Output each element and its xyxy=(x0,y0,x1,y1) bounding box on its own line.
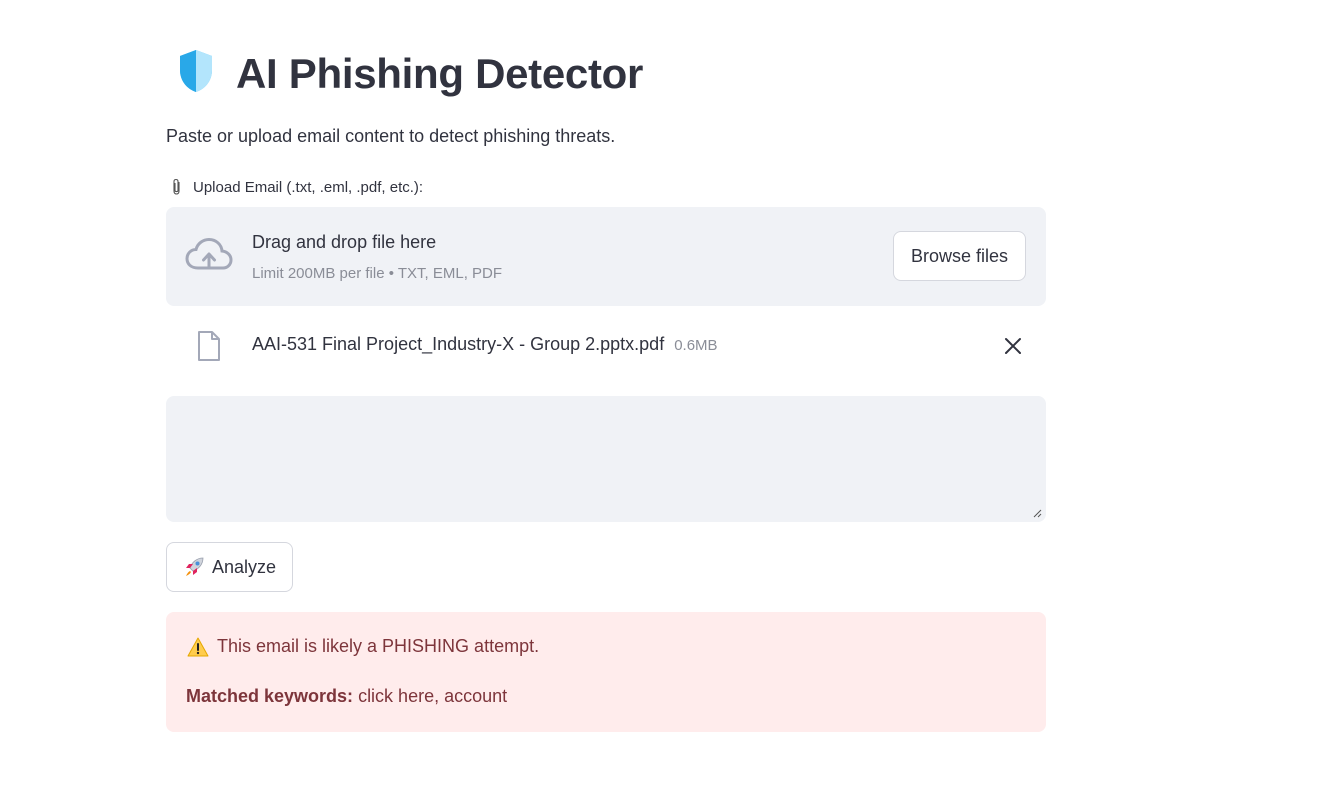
shield-icon xyxy=(180,50,212,92)
file-dropzone[interactable]: Drag and drop file here Limit 200MB per … xyxy=(166,207,1046,306)
remove-file-button[interactable] xyxy=(1002,335,1024,357)
dropzone-title: Drag and drop file here xyxy=(252,232,437,252)
title-row xyxy=(176,48,216,94)
page-subtitle: Paste or upload email content to detect … xyxy=(166,126,616,146)
alert-message: This email is likely a PHISHING attempt. xyxy=(217,636,540,656)
upload-label-text: Upload Email (.txt, .eml, .pdf, etc.): xyxy=(193,178,424,196)
matched-keywords: Matched keywords: click here, account xyxy=(186,686,507,707)
upload-label: Upload Email (.txt, .eml, .pdf, etc.): xyxy=(170,178,423,196)
file-name-text: AAI-531 Final Project_Industry-X - Group… xyxy=(252,334,665,354)
resize-handle-icon[interactable] xyxy=(1032,508,1042,518)
file-icon xyxy=(198,331,220,361)
file-size: 0.6MB xyxy=(674,337,718,354)
uploaded-file-name: AAI-531 Final Project_Industry-X - Group… xyxy=(252,334,718,355)
phishing-alert: This email is likely a PHISHING attempt.… xyxy=(166,612,1046,732)
browse-files-button[interactable]: Browse files xyxy=(893,231,1026,281)
paperclip-icon xyxy=(173,178,180,195)
analyze-label: Analyze xyxy=(211,556,277,577)
rocket-icon xyxy=(185,557,204,576)
analyze-button[interactable]: Analyze xyxy=(166,542,293,592)
warning-icon xyxy=(187,637,209,656)
alert-message-row: This email is likely a PHISHING attempt. xyxy=(187,636,539,657)
keywords-value: click here, account xyxy=(358,686,508,706)
dropzone-limit: Limit 200MB per file • TXT, EML, PDF xyxy=(252,265,503,282)
cloud-upload-icon xyxy=(185,237,233,270)
uploaded-file-row: AAI-531 Final Project_Industry-X - Group… xyxy=(166,324,1046,368)
keywords-label: Matched keywords: xyxy=(186,686,354,706)
page-title: AI Phishing Detector xyxy=(236,50,644,97)
email-content-textarea[interactable] xyxy=(166,396,1046,522)
